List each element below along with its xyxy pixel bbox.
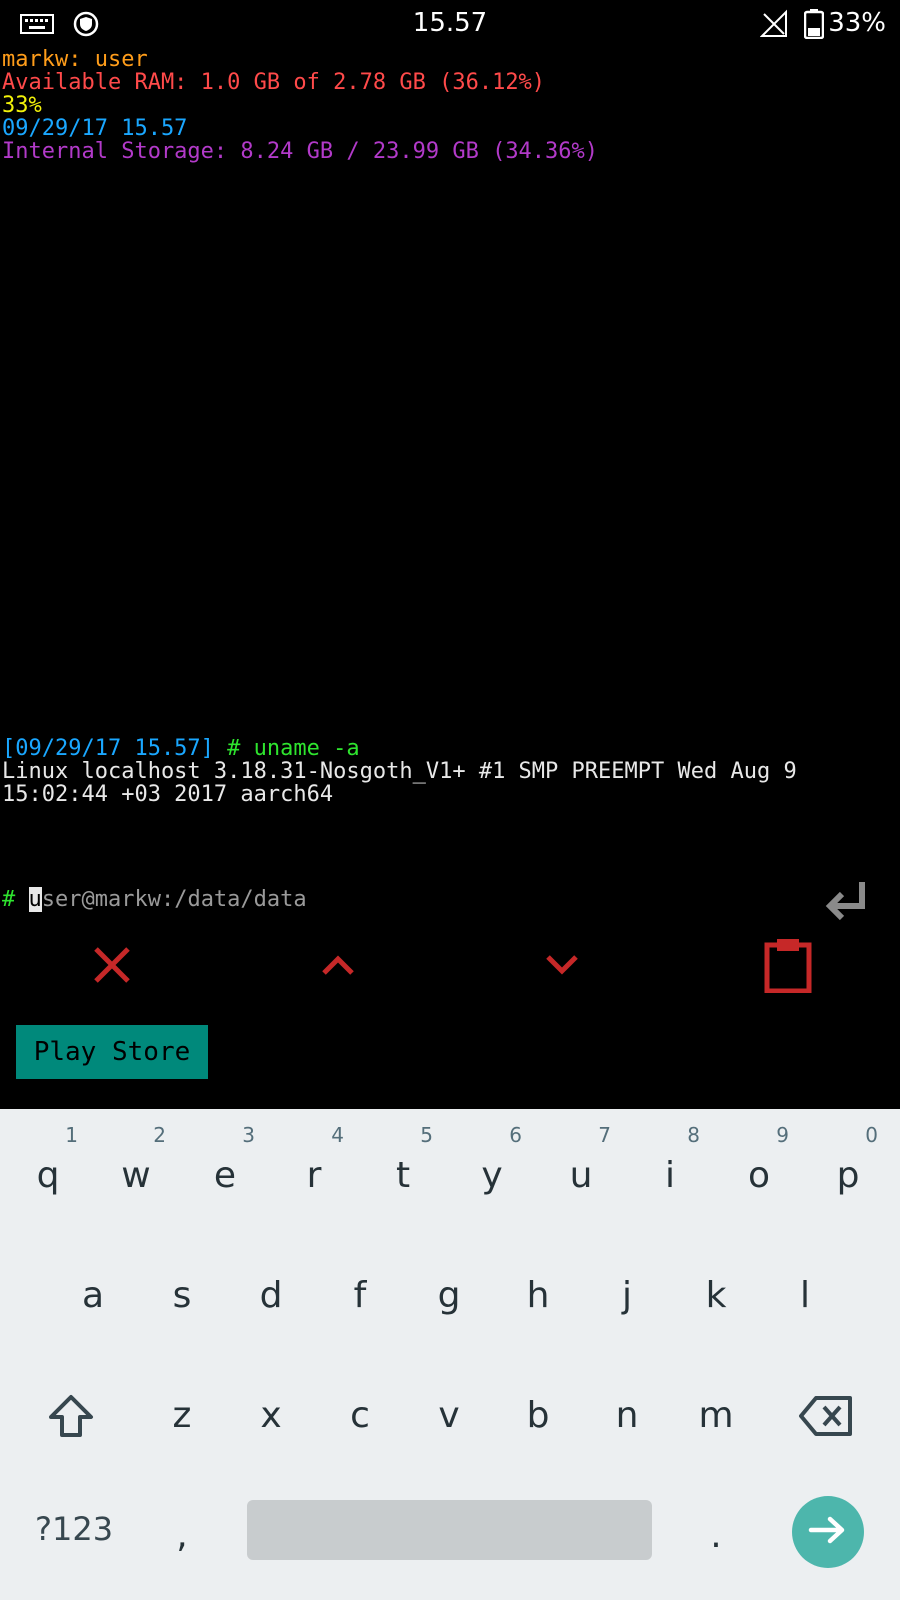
command-output-line-1: Linux localhost 3.18.31-Nosgoth_V1+ #1 S… xyxy=(2,759,797,784)
key-e[interactable]: 3e xyxy=(181,1115,269,1225)
motd-storage: Internal Storage: 8.24 GB / 23.99 GB (34… xyxy=(2,139,599,164)
key-i[interactable]: 8i xyxy=(626,1115,714,1225)
play-store-button[interactable]: Play Store xyxy=(16,1025,208,1079)
key-hint: 5 xyxy=(420,1123,433,1147)
no-signal-icon xyxy=(759,8,788,42)
space-bar[interactable] xyxy=(247,1500,652,1560)
status-bar: 15.57 33% xyxy=(0,0,900,50)
key-char: g xyxy=(437,1275,461,1316)
key-char: p xyxy=(836,1155,860,1196)
key-q[interactable]: 1q xyxy=(4,1115,92,1225)
key-char: j xyxy=(621,1275,632,1316)
key-hint: 6 xyxy=(509,1123,522,1147)
key-char: f xyxy=(353,1275,367,1316)
key-d[interactable]: d xyxy=(227,1235,315,1345)
key-char: a xyxy=(81,1275,105,1316)
period-key[interactable]: . xyxy=(672,1475,760,1585)
key-b[interactable]: b xyxy=(494,1355,582,1465)
key-n[interactable]: n xyxy=(583,1355,671,1465)
key-o[interactable]: 9o xyxy=(715,1115,803,1225)
key-char: w xyxy=(121,1155,151,1196)
key-char: z xyxy=(172,1395,192,1436)
key-char: i xyxy=(664,1155,675,1196)
arrow-right-icon xyxy=(808,1515,848,1549)
key-hint: 2 xyxy=(153,1123,166,1147)
prompt-line: [09/29/17 15.57] # uname -a xyxy=(2,737,360,760)
command-input[interactable]: # user@markw:/data/data xyxy=(2,887,307,912)
key-char: v xyxy=(438,1395,460,1436)
close-icon[interactable] xyxy=(67,930,157,1000)
motd-datetime: 09/29/17 15.57 xyxy=(2,116,188,141)
key-t[interactable]: 5t xyxy=(359,1115,447,1225)
key-char: d xyxy=(259,1275,283,1316)
key-hint: 0 xyxy=(865,1123,878,1147)
key-x[interactable]: x xyxy=(227,1355,315,1465)
motd-battery: 33% xyxy=(2,93,42,118)
comma-key[interactable]: , xyxy=(138,1475,226,1585)
chevron-down-icon[interactable] xyxy=(517,930,607,1000)
key-char: o xyxy=(747,1155,771,1196)
symbols-key[interactable]: ?123 xyxy=(35,1510,113,1548)
input-hint: ser@markw:/data/data xyxy=(41,887,307,912)
key-char: , xyxy=(176,1515,188,1556)
battery-icon xyxy=(803,9,825,43)
key-hint: 7 xyxy=(598,1123,611,1147)
key-y[interactable]: 6y xyxy=(448,1115,536,1225)
key-hint: 9 xyxy=(776,1123,789,1147)
command-output-line-2: 15:02:44 +03 2017 aarch64 xyxy=(2,782,334,807)
key-char: y xyxy=(481,1155,503,1196)
key-char: s xyxy=(172,1275,192,1316)
shift-icon xyxy=(47,1393,95,1443)
key-hint: 4 xyxy=(331,1123,344,1147)
key-char: k xyxy=(705,1275,727,1316)
prompt-timestamp: [09/29/17 15.57] xyxy=(2,736,214,761)
key-char: h xyxy=(526,1275,550,1316)
motd-ram: Available RAM: 1.0 GB of 2.78 GB (36.12%… xyxy=(2,70,546,95)
key-char: m xyxy=(698,1395,734,1436)
key-char: e xyxy=(213,1155,237,1196)
key-f[interactable]: f xyxy=(316,1235,404,1345)
backspace-key[interactable] xyxy=(784,1355,872,1465)
prompt-command: # uname -a xyxy=(213,736,360,761)
key-r[interactable]: 4r xyxy=(270,1115,358,1225)
key-hint: 1 xyxy=(65,1123,78,1147)
key-char: x xyxy=(260,1395,282,1436)
motd-user: markw: user xyxy=(2,47,148,72)
key-j[interactable]: j xyxy=(583,1235,671,1345)
key-k[interactable]: k xyxy=(672,1235,760,1345)
battery-percentage: 33% xyxy=(828,8,886,38)
key-hint: 3 xyxy=(242,1123,255,1147)
key-h[interactable]: h xyxy=(494,1235,582,1345)
key-z[interactable]: z xyxy=(138,1355,226,1465)
return-icon[interactable] xyxy=(822,878,872,932)
text-cursor: u xyxy=(28,887,42,912)
key-char: u xyxy=(569,1155,593,1196)
key-char: l xyxy=(799,1275,810,1316)
key-char: q xyxy=(36,1155,60,1196)
clipboard-icon[interactable] xyxy=(743,930,833,1000)
chevron-up-icon[interactable] xyxy=(293,930,383,1000)
key-char: t xyxy=(395,1155,411,1196)
key-c[interactable]: c xyxy=(316,1355,404,1465)
key-g[interactable]: g xyxy=(405,1235,493,1345)
shift-key[interactable] xyxy=(27,1355,115,1465)
key-a[interactable]: a xyxy=(49,1235,137,1345)
key-l[interactable]: l xyxy=(761,1235,849,1345)
key-s[interactable]: s xyxy=(138,1235,226,1345)
key-char: b xyxy=(526,1395,550,1436)
key-char: r xyxy=(306,1155,322,1196)
input-prompt-symbol: # xyxy=(2,887,29,912)
key-w[interactable]: 2w xyxy=(92,1115,180,1225)
key-v[interactable]: v xyxy=(405,1355,493,1465)
key-m[interactable]: m xyxy=(672,1355,760,1465)
key-char: n xyxy=(615,1395,639,1436)
key-p[interactable]: 0p xyxy=(804,1115,892,1225)
key-char: . xyxy=(710,1515,722,1556)
backspace-icon xyxy=(798,1395,854,1441)
key-u[interactable]: 7u xyxy=(537,1115,625,1225)
key-char: c xyxy=(350,1395,370,1436)
key-hint: 8 xyxy=(687,1123,700,1147)
enter-key[interactable] xyxy=(792,1496,864,1568)
